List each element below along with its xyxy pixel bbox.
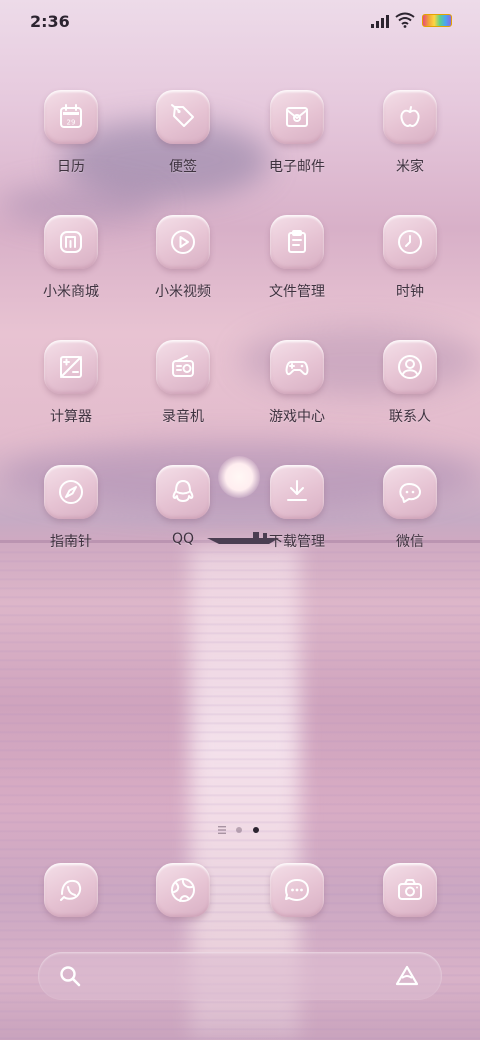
app-calculator[interactable]: 计算器	[16, 340, 126, 450]
dock-message[interactable]	[242, 863, 352, 919]
clipboard-icon[interactable]	[270, 215, 324, 269]
download-icon[interactable]	[270, 465, 324, 519]
app-mi-store[interactable]: 小米商城	[16, 215, 126, 325]
search-icon[interactable]	[58, 964, 82, 988]
app-play[interactable]: 小米视频	[128, 215, 238, 325]
app-download[interactable]: 下载管理	[242, 465, 352, 575]
battery-icon	[422, 14, 452, 27]
wifi-icon	[395, 12, 415, 28]
page-dot-active[interactable]	[253, 827, 259, 833]
app-label: 日历	[57, 159, 85, 175]
status-time: 2:36	[30, 12, 70, 31]
signal-icon	[371, 15, 389, 28]
app-label: 小米视频	[155, 284, 211, 300]
app-label: 计算器	[50, 409, 92, 425]
app-label: 游戏中心	[269, 409, 325, 425]
assistant-icon[interactable]	[394, 964, 420, 988]
page-indicator[interactable]	[218, 824, 268, 836]
app-label: 时钟	[396, 284, 424, 300]
app-label: 便签	[169, 159, 197, 175]
app-label: QQ	[171, 531, 195, 547]
phone-icon[interactable]	[44, 863, 98, 917]
app-qq[interactable]: QQ	[128, 465, 238, 575]
compass-icon[interactable]	[44, 465, 98, 519]
clock-icon[interactable]	[383, 215, 437, 269]
camera-icon[interactable]	[383, 863, 437, 917]
app-tag[interactable]: 便签	[128, 90, 238, 200]
app-radio[interactable]: 录音机	[128, 340, 238, 450]
radio-icon[interactable]	[156, 340, 210, 394]
app-label: 电子邮件	[269, 159, 325, 175]
app-mail[interactable]: 电子邮件	[242, 90, 352, 200]
app-gamepad[interactable]: 游戏中心	[242, 340, 352, 450]
app-label: 录音机	[162, 409, 204, 425]
app-label: 下载管理	[269, 534, 325, 550]
app-calendar[interactable]: 29 日历	[16, 90, 126, 200]
browser-icon[interactable]	[156, 863, 210, 917]
wechat-icon[interactable]	[383, 465, 437, 519]
qq-icon[interactable]	[156, 465, 210, 519]
search-bar[interactable]	[38, 952, 442, 1000]
app-label: 微信	[396, 534, 424, 550]
dock-camera[interactable]	[355, 863, 465, 919]
page-dot[interactable]	[236, 827, 242, 833]
app-compass[interactable]: 指南针	[16, 465, 126, 575]
app-label: 文件管理	[269, 284, 325, 300]
app-label: 指南针	[50, 534, 92, 550]
app-apple[interactable]: 米家	[355, 90, 465, 200]
mi-store-icon[interactable]	[44, 215, 98, 269]
app-label: 联系人	[389, 409, 431, 425]
tag-icon[interactable]	[156, 90, 210, 144]
app-label: 小米商城	[43, 284, 99, 300]
calendar-icon[interactable]: 29	[44, 90, 98, 144]
contact-icon[interactable]	[383, 340, 437, 394]
dock-browser[interactable]	[128, 863, 238, 919]
status-bar: 2:36	[0, 0, 480, 40]
play-icon[interactable]	[156, 215, 210, 269]
message-icon[interactable]	[270, 863, 324, 917]
dock-phone[interactable]	[16, 863, 126, 919]
app-wechat[interactable]: 微信	[355, 465, 465, 575]
apple-icon[interactable]	[383, 90, 437, 144]
menu-lines-icon	[218, 826, 226, 834]
app-clipboard[interactable]: 文件管理	[242, 215, 352, 325]
app-contact[interactable]: 联系人	[355, 340, 465, 450]
app-label: 米家	[396, 159, 424, 175]
gamepad-icon[interactable]	[270, 340, 324, 394]
mail-icon[interactable]	[270, 90, 324, 144]
calculator-icon[interactable]	[44, 340, 98, 394]
app-clock[interactable]: 时钟	[355, 215, 465, 325]
calendar-date: 29	[67, 119, 76, 127]
